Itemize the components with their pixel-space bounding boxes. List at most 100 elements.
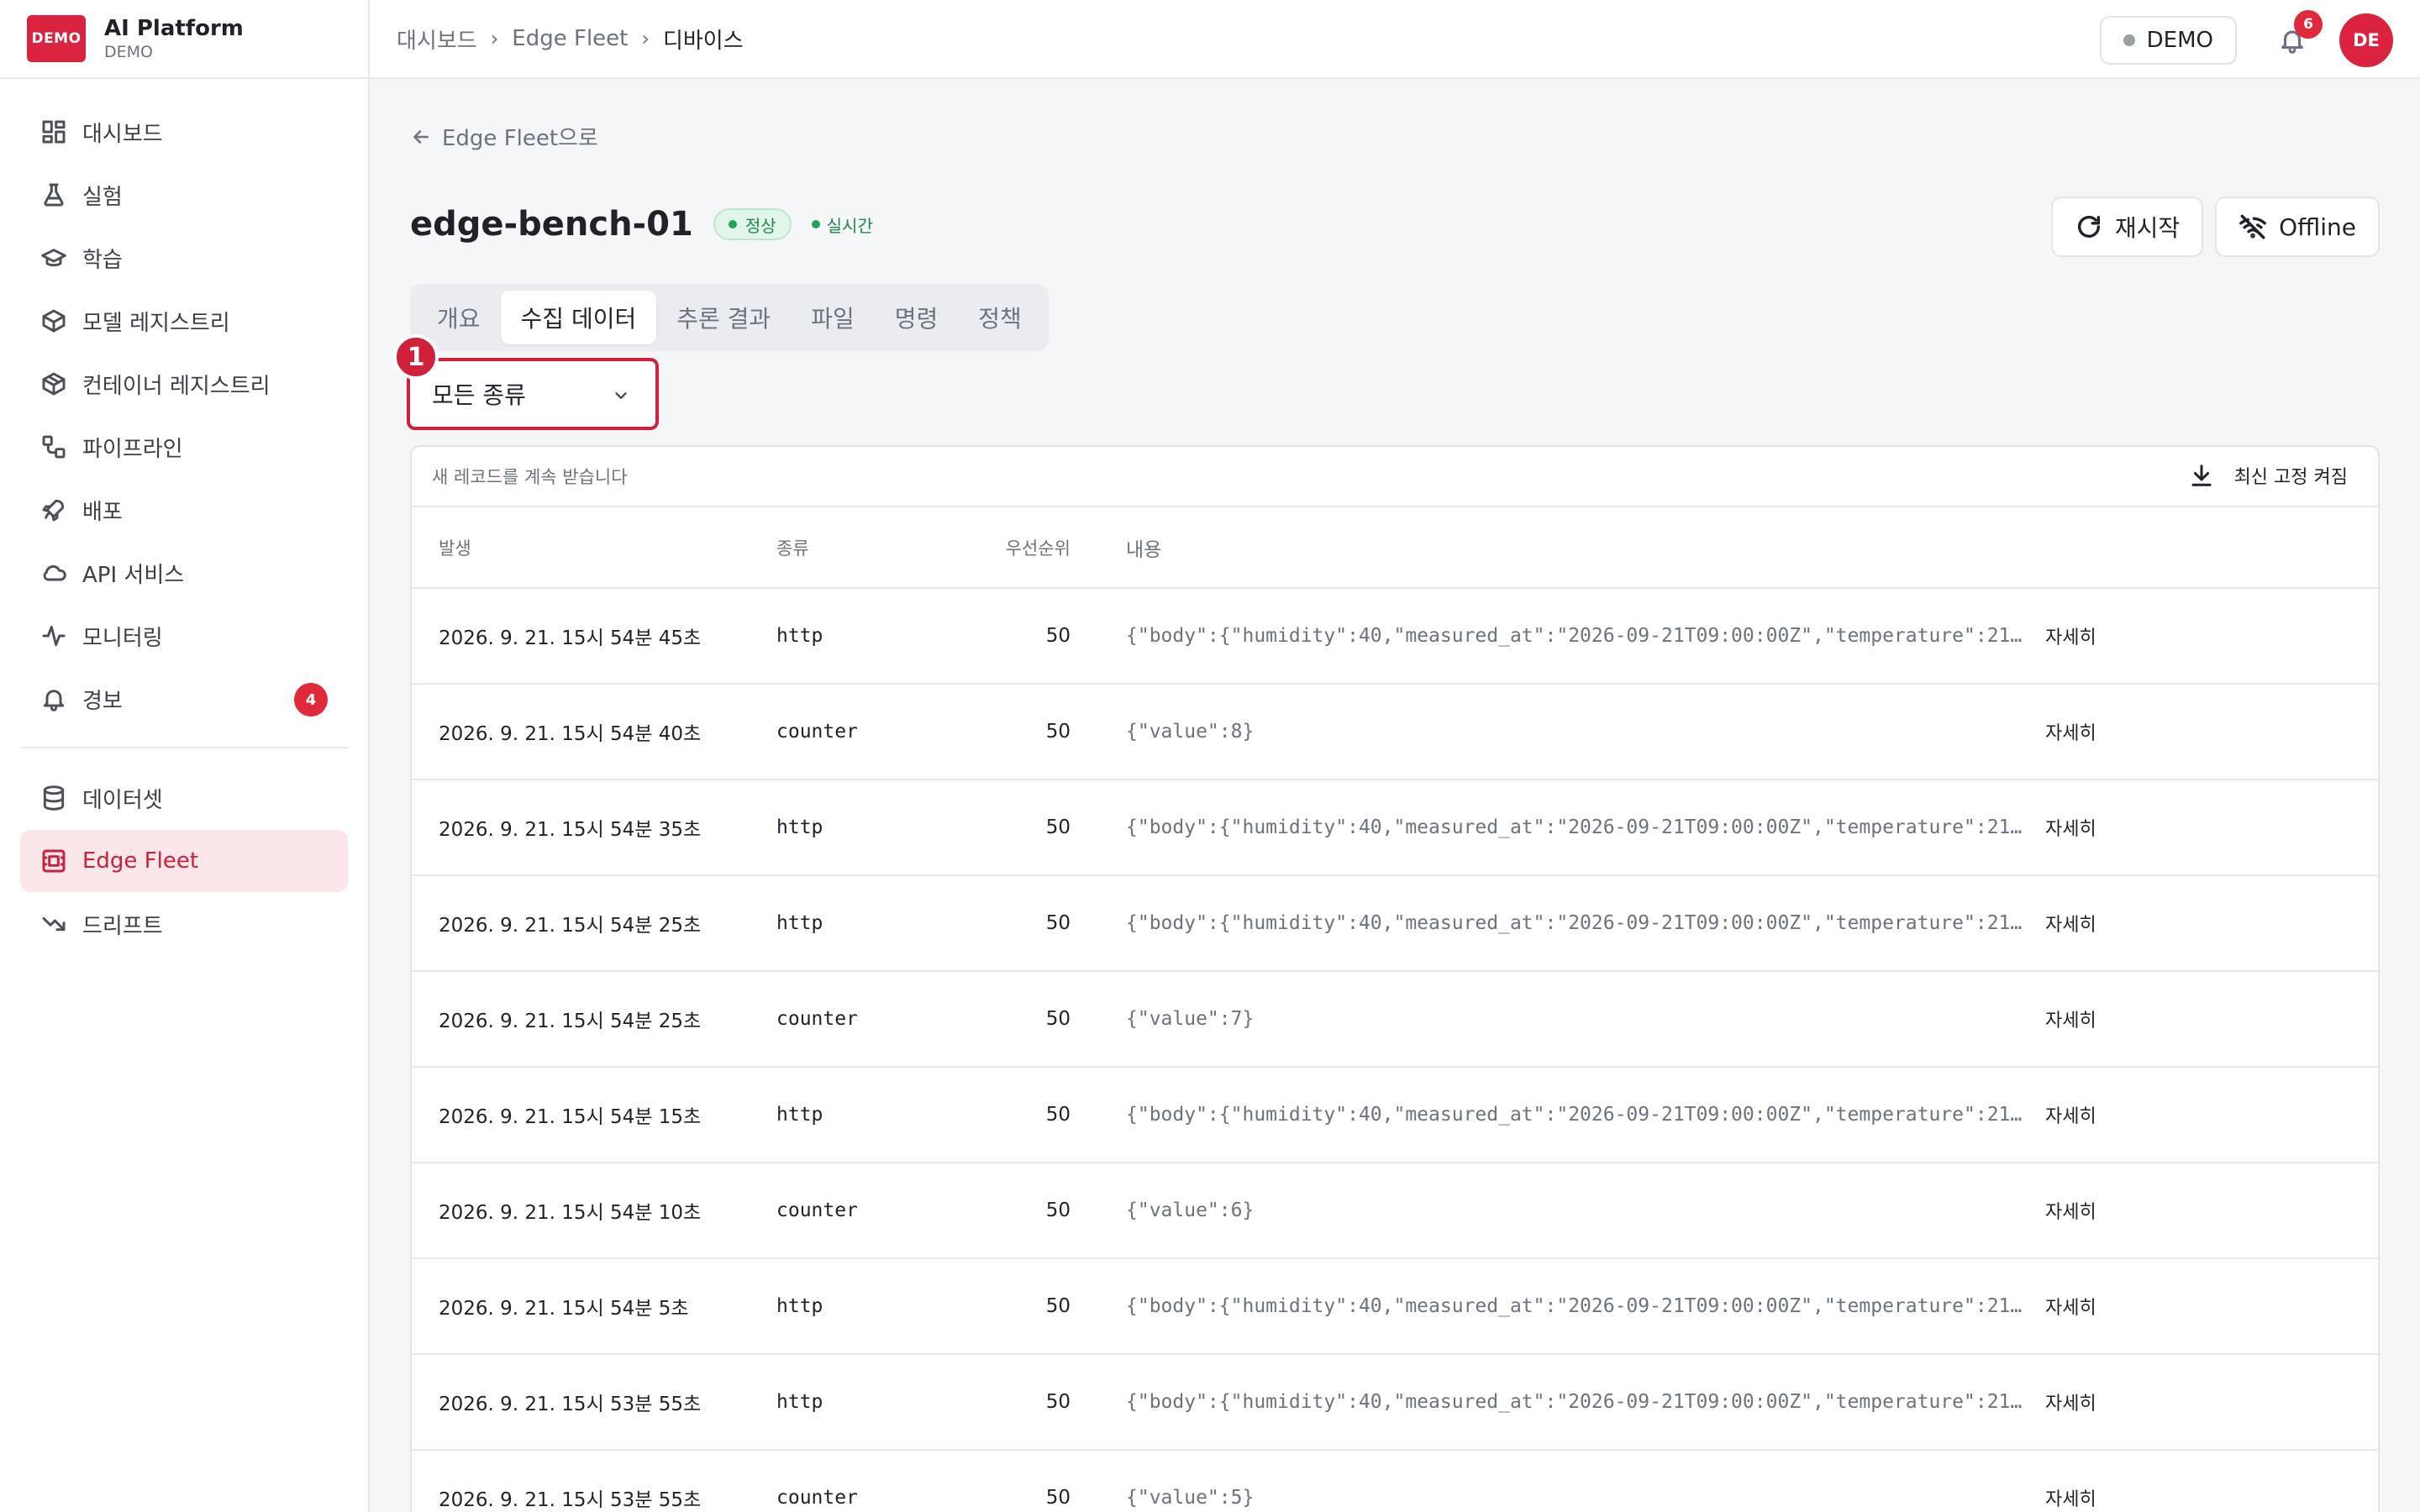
cell-priority: 50 [953,1258,1071,1355]
workspace-label: DEMO [2146,28,2213,53]
cell-time: 2026. 9. 21. 15시 54분 5초 [412,1258,776,1355]
column-header-body: 내용 [1071,507,2030,589]
kind-filter-select[interactable]: 모든 종류 [407,358,659,430]
device-header: edge-bench-01 정상 실시간 [410,205,873,244]
workspace-selector[interactable]: DEMO [2099,16,2237,65]
bell-icon [39,684,69,714]
detail-link[interactable]: 자세히 [2030,1450,2378,1512]
cell-body: {"value":5} [1071,1450,2030,1512]
alert-count-badge: 4 [294,683,328,717]
tab-inference-results[interactable]: 추론 결과 [656,291,791,344]
cell-kind: http [776,1067,953,1163]
status-dot-icon [2123,34,2135,46]
pin-latest-label: 최신 고정 켜짐 [2233,467,2348,488]
device-tabs: 개요 수집 데이터 추론 결과 파일 명령 정책 [410,284,1049,351]
cell-body: {"value":8} [1071,684,2030,780]
table-row[interactable]: 2026. 9. 21. 15시 54분 25초 http 50 {"body"… [412,875,2378,972]
tab-overview[interactable]: 개요 [417,291,501,344]
table-row[interactable]: 2026. 9. 21. 15시 54분 40초 counter 50 {"va… [412,684,2378,780]
sidebar-item-edge-fleet[interactable]: Edge Fleet [20,830,348,892]
cell-time: 2026. 9. 21. 15시 54분 15초 [412,1067,776,1163]
tab-collected-data[interactable]: 수집 데이터 [500,291,657,344]
table-row[interactable]: 2026. 9. 21. 15시 54분 45초 http 50 {"body"… [412,588,2378,685]
sidebar-item-model-registry[interactable]: 모델 레지스트리 [20,290,348,352]
tab-files[interactable]: 파일 [791,291,875,344]
sidebar-item-alerts[interactable]: 경보 4 [20,668,348,730]
offline-button-label: Offline [2279,213,2356,241]
detail-link[interactable]: 자세히 [2030,1163,2378,1259]
sidebar-item-experiments[interactable]: 실험 [20,164,348,226]
notifications-button[interactable]: 6 [2267,10,2323,66]
breadcrumb: 대시보드 › Edge Fleet › 디바이스 [397,24,744,55]
tab-commands[interactable]: 명령 [875,291,959,344]
cell-kind: counter [776,971,953,1068]
sidebar-item-pipeline[interactable]: 파이프라인 [20,416,348,478]
cell-body: {"body":{"humidity":40,"measured_at":"20… [1071,1067,2030,1163]
breadcrumb-dashboard[interactable]: 대시보드 [397,24,477,55]
tab-policies[interactable]: 정책 [958,291,1042,344]
sidebar-item-label: 경보 [82,688,123,714]
cell-body: {"body":{"humidity":40,"measured_at":"20… [1071,780,2030,876]
status-dot-icon [728,220,737,228]
table-row[interactable]: 2026. 9. 21. 15시 54분 5초 http 50 {"body":… [412,1258,2378,1355]
sidebar: DEMO AI Platform DEMO 대시보드 실험 학습 모델 레지스트… [0,0,370,1512]
records-card-header: 새 레코드를 계속 받습니다 최신 고정 켜짐 [412,447,2378,507]
avatar[interactable]: DE [2339,13,2393,67]
trending-down-icon [39,909,69,939]
chevron-down-icon [615,392,627,399]
sidebar-item-container-registry[interactable]: 컨테이너 레지스트리 [20,353,348,415]
cell-time: 2026. 9. 21. 15시 54분 25초 [412,875,776,972]
chevron-right-icon: › [490,27,499,50]
breadcrumb-edge-fleet[interactable]: Edge Fleet [512,26,628,51]
sidebar-item-monitoring[interactable]: 모니터링 [20,605,348,667]
table-row[interactable]: 2026. 9. 21. 15시 54분 15초 http 50 {"body"… [412,1067,2378,1163]
detail-link[interactable]: 자세히 [2030,875,2378,972]
sidebar-item-label: 학습 [82,247,123,273]
kind-filter-value: 모든 종류 [432,381,526,409]
back-link-label: Edge Fleet으로 [442,126,598,151]
device-actions: 재시작 Offline [2039,197,2380,257]
restart-button[interactable]: 재시작 [2050,197,2204,257]
sidebar-item-label: Edge Fleet [82,848,199,874]
detail-link[interactable]: 자세히 [2030,780,2378,876]
pin-latest-toggle[interactable]: 최신 고정 켜짐 [2189,462,2348,489]
sidebar-item-drift[interactable]: 드리프트 [20,893,348,955]
sidebar-item-deploy[interactable]: 배포 [20,479,348,541]
breadcrumb-devices: 디바이스 [662,28,744,54]
cell-kind: http [776,875,953,972]
sidebar-item-label: 배포 [82,499,123,525]
detail-link[interactable]: 자세히 [2030,684,2378,780]
cell-body: {"value":7} [1071,971,2030,1068]
arrow-left-icon [413,129,429,144]
column-header-time[interactable]: 발생 [412,507,776,589]
cell-kind: http [776,1258,953,1355]
sidebar-item-dashboard[interactable]: 대시보드 [20,101,348,163]
cell-time: 2026. 9. 21. 15시 54분 45초 [412,588,776,685]
cell-time: 2026. 9. 21. 15시 53분 55초 [412,1354,776,1451]
cell-priority: 50 [953,1067,1071,1163]
detail-link[interactable]: 자세히 [2030,971,2378,1068]
step-marker: 1 [393,334,439,380]
column-header-kind[interactable]: 종류 [776,507,953,589]
detail-link[interactable]: 자세히 [2030,1354,2378,1451]
cell-priority: 50 [953,875,1071,972]
detail-link[interactable]: 자세히 [2030,1258,2378,1355]
sidebar-item-datasets[interactable]: 데이터셋 [20,767,348,829]
brand[interactable]: DEMO AI Platform DEMO [0,0,368,79]
table-row[interactable]: 2026. 9. 21. 15시 54분 25초 counter 50 {"va… [412,971,2378,1068]
table-row[interactable]: 2026. 9. 21. 15시 54분 10초 counter 50 {"va… [412,1163,2378,1259]
sidebar-item-api-service[interactable]: API 서비스 [20,542,348,604]
brand-subtitle: DEMO [104,43,153,61]
column-header-priority[interactable]: 우선순위 [953,507,1071,589]
table-row[interactable]: 2026. 9. 21. 15시 54분 35초 http 50 {"body"… [412,780,2378,876]
sidebar-item-training[interactable]: 학습 [20,227,348,289]
page-title: edge-bench-01 [410,205,693,244]
back-link[interactable]: Edge Fleet으로 [410,121,598,152]
table-row[interactable]: 2026. 9. 21. 15시 53분 55초 http 50 {"body"… [412,1354,2378,1451]
wifi-off-icon [2239,214,2266,239]
table-row[interactable]: 2026. 9. 21. 15시 53분 55초 counter 50 {"va… [412,1450,2378,1512]
detail-link[interactable]: 자세히 [2030,588,2378,685]
records-table: 발생 종류 우선순위 내용 2026. 9. 21. 15시 54분 45초 h… [412,507,2378,1512]
detail-link[interactable]: 자세히 [2030,1067,2378,1163]
offline-button[interactable]: Offline [2215,197,2380,257]
